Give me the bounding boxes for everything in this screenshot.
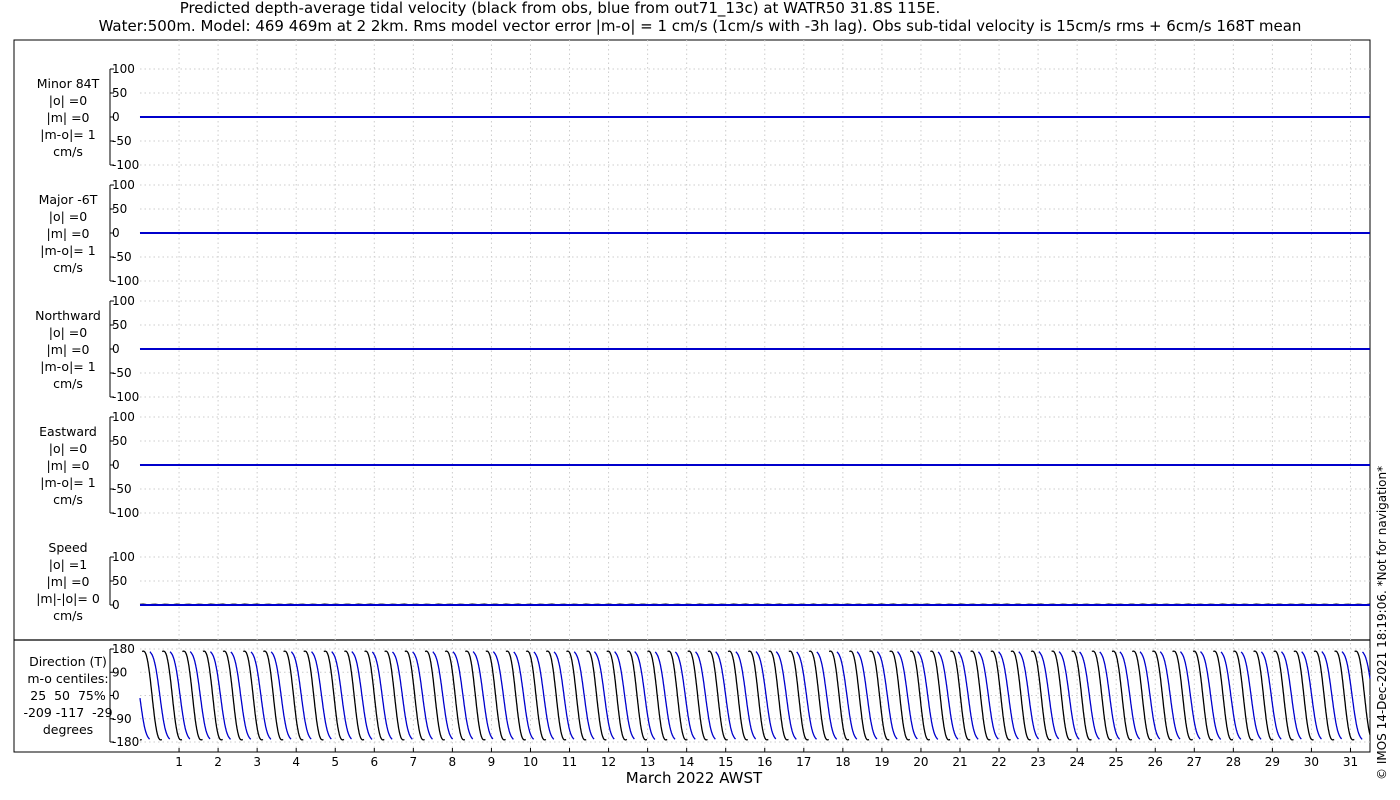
- x-tick-label-25: 25: [1109, 755, 1124, 769]
- plot-frame: [13, 39, 1371, 753]
- panel-2-label: Major -6T |o| =0 |m| =0 |m-o|= 1 cm/s: [38, 191, 98, 275]
- x-axis-label: March 2022 AWST: [626, 769, 763, 787]
- x-tick-label-9: 9: [488, 755, 496, 769]
- x-tick-label-6: 6: [370, 755, 378, 769]
- x-tick-label-19: 19: [874, 755, 889, 769]
- x-tick-label-31: 31: [1343, 755, 1358, 769]
- x-tick-label-21: 21: [952, 755, 967, 769]
- panel-3-y-tick-label: -100: [112, 390, 139, 404]
- x-tick-label-26: 26: [1148, 755, 1163, 769]
- x-tick-label-23: 23: [1030, 755, 1045, 769]
- x-tick-label-12: 12: [601, 755, 616, 769]
- x-tick-label-27: 27: [1187, 755, 1202, 769]
- x-tick-label-20: 20: [913, 755, 928, 769]
- panel-5-label: Speed |o| =1 |m| =0 |m|-|o|= 0 cm/s: [36, 539, 100, 623]
- x-tick-label-28: 28: [1226, 755, 1241, 769]
- x-tick-label-8: 8: [449, 755, 457, 769]
- panel-3-label: Northward |o| =0 |m| =0 |m-o|= 1 cm/s: [35, 307, 101, 391]
- x-tick-label-18: 18: [835, 755, 850, 769]
- panel-2-y-tick-label: -100: [112, 274, 139, 288]
- copyright-note: © IMOS 14-Dec-2021 18:19:06. *Not for na…: [1375, 465, 1389, 780]
- x-tick-label-16: 16: [757, 755, 772, 769]
- panel-4-y-tick-label: -100: [112, 506, 139, 520]
- direction-panel-label: Direction (T) m-o centiles: 25 50 75% -2…: [23, 654, 113, 737]
- x-tick-label-15: 15: [718, 755, 733, 769]
- x-tick-label-7: 7: [410, 755, 418, 769]
- panel-1-label: Minor 84T |o| =0 |m| =0 |m-o|= 1 cm/s: [36, 75, 100, 159]
- x-tick-label-13: 13: [640, 755, 655, 769]
- x-tick-label-29: 29: [1265, 755, 1280, 769]
- x-tick-label-3: 3: [253, 755, 261, 769]
- x-tick-label-1: 1: [175, 755, 183, 769]
- x-tick-label-30: 30: [1304, 755, 1319, 769]
- x-tick-label-17: 17: [796, 755, 811, 769]
- x-tick-label-5: 5: [331, 755, 339, 769]
- x-tick-label-22: 22: [991, 755, 1006, 769]
- panel-1-y-tick-label: -100: [112, 158, 139, 172]
- x-tick-label-11: 11: [562, 755, 577, 769]
- x-tick-label-4: 4: [292, 755, 300, 769]
- tidal-velocity-chart: 1 2 3 4 5 6 7 8 9 10 11 12 13 14 15 16 17 18 19 20 21 22 23 24 2…: [13, 39, 1371, 787]
- panel-4-label: Eastward |o| =0 |m| =0 |m-o|= 1 cm/s: [39, 423, 97, 507]
- x-tick-label-14: 14: [679, 755, 694, 769]
- x-tick-label-24: 24: [1070, 755, 1085, 769]
- x-tick-label-2: 2: [214, 755, 222, 769]
- x-tick-label-10: 10: [523, 755, 538, 769]
